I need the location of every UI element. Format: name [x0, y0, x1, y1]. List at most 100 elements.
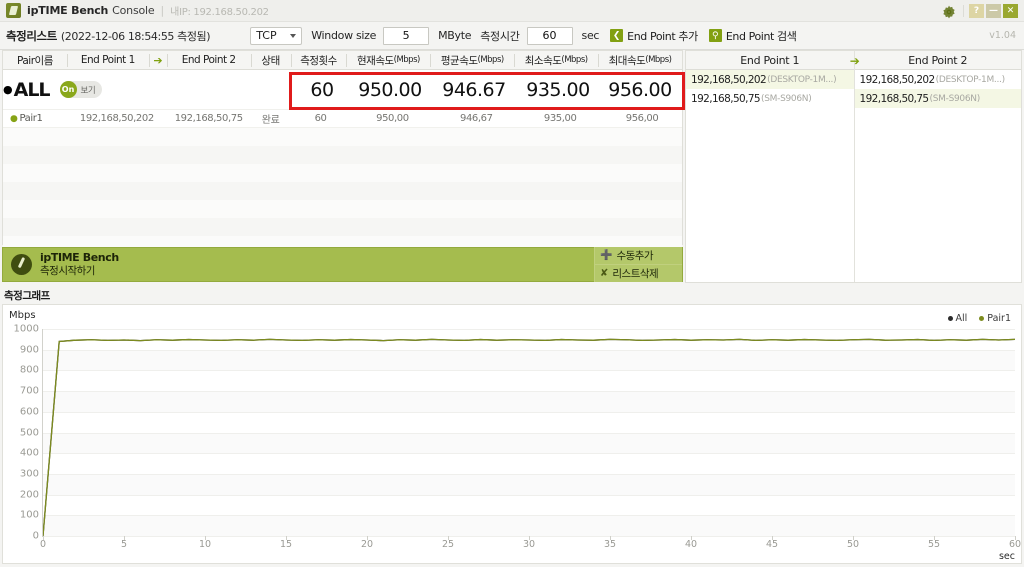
legend-item-all[interactable]: All — [947, 313, 968, 324]
table-row[interactable]: ● Pair1 192,168,50,202 192,168,50,75 완료 … — [3, 110, 682, 128]
chart-xtick-label: 25 — [441, 539, 455, 550]
chart-xtick-label: 60 — [1008, 539, 1022, 550]
all-summary-row[interactable]: ● ALL On 보기 60 950.00 946.67 935.00 956.… — [3, 70, 685, 110]
list-item[interactable]: 192,168,50,202 (DESKTOP-1M...) — [686, 70, 854, 89]
list-item[interactable]: 192,168,50,75 (SM-S906N) — [854, 89, 1021, 108]
window-controls: ? — ✕ — [942, 3, 1024, 18]
endpoint2-column: End Point 2 192,168,50,202 (DESKTOP-1M..… — [853, 51, 1022, 282]
column-max-speed-unit: (Mbps) — [645, 55, 672, 65]
chevron-down-icon — [290, 33, 297, 38]
endpoint-ip: 192,168,50,202 — [691, 73, 767, 86]
gear-icon[interactable] — [942, 4, 956, 18]
chart-xtick-label: 40 — [684, 539, 698, 550]
bench-title: ipTIME Bench — [40, 251, 119, 265]
chart-ytick-label: 100 — [19, 509, 39, 521]
all-visibility-toggle[interactable]: On 보기 — [59, 81, 103, 98]
toolbar: 측정리스트 (2022-12-06 18:54:55 측정됨) TCP Wind… — [0, 22, 1024, 50]
endpoint-hostname: (SM-S906N) — [761, 93, 812, 104]
chart-xlabel: sec — [998, 551, 1015, 562]
chart-xtick-label: 55 — [927, 539, 941, 550]
chart-xtick-label: 0 — [39, 539, 47, 550]
app-window: ipTIME Bench Console | 내IP: 192.168.50.2… — [0, 0, 1024, 567]
endpoint-ip: 192,168,50,75 — [691, 92, 761, 105]
chart-xtick-label: 15 — [279, 539, 293, 550]
chart-series-svg — [43, 338, 1015, 536]
minimize-button[interactable]: — — [986, 3, 1001, 18]
chart-line-pair1 — [43, 338, 1015, 536]
chart-ytick-label: 900 — [19, 344, 39, 356]
all-bullet-icon: ● — [3, 83, 13, 96]
measurement-list-title: 측정리스트 — [6, 28, 57, 43]
bench-actions: ➕ 수동추가 ✘ 리스트삭제 — [594, 247, 682, 282]
row-name-cell: ● Pair1 — [3, 113, 67, 124]
endpoint-ip: 192,168,50,202 — [859, 73, 936, 86]
pair-bullet-icon: ● — [10, 113, 18, 124]
chart-legend: All Pair1 — [947, 313, 1011, 324]
plus-icon: ➕ — [600, 250, 613, 261]
column-average-speed[interactable]: 평균속도 (Mbps) — [430, 51, 514, 70]
chart-xtick-label: 45 — [765, 539, 779, 550]
delete-list-label: 리스트삭제 — [612, 268, 659, 280]
column-min-speed[interactable]: 최소속도 (Mbps) — [514, 51, 598, 70]
add-endpoint-button[interactable]: ❮ End Point 추가 — [610, 28, 698, 44]
column-min-speed-unit: (Mbps) — [561, 55, 588, 65]
chart-xtick-label: 30 — [522, 539, 536, 550]
window-size-unit: MByte — [438, 29, 472, 42]
endpoint2-title: End Point 2 — [908, 53, 968, 67]
endpoint1-title: End Point 1 — [740, 53, 800, 67]
column-status[interactable]: 상태 — [250, 51, 291, 70]
manual-add-button[interactable]: ➕ 수동추가 — [594, 247, 682, 264]
row-max-speed: 956,00 — [625, 113, 659, 124]
protocol-select[interactable]: TCP — [250, 26, 303, 45]
measurement-timestamp: (2022-12-06 18:54:55 측정됨) — [60, 29, 211, 43]
column-average-speed-unit: (Mbps) — [477, 55, 505, 65]
app-mode: Console — [112, 4, 155, 17]
window-size-input[interactable]: 5 — [383, 26, 430, 45]
duration-input[interactable]: 60 — [526, 26, 573, 45]
protocol-select-value: TCP — [256, 29, 277, 42]
legend-dot-all — [947, 316, 953, 321]
row-endpoint2: 192,168,50,75 — [174, 113, 243, 124]
chart-ytick-label: 600 — [19, 406, 39, 418]
search-endpoint-button[interactable]: ⚲ End Point 검색 — [708, 28, 797, 44]
list-item[interactable]: 192,168,50,75 (SM-S906N) — [686, 89, 854, 108]
column-count[interactable]: 측정횟수 — [290, 51, 347, 70]
manual-add-label: 수동추가 — [616, 250, 654, 262]
chart-plot-area: 0 100 200 300 400 500 600 700 800 900 1000 0 5 10 15 20… — [14, 324, 1022, 551]
legend-label-pair1: Pair1 — [987, 313, 1011, 324]
list-header-row: Pair이름 End Point 1 ➔ End Point 2 상태 측정횟수… — [3, 51, 682, 70]
chart-ytick-label: 800 — [19, 364, 39, 376]
help-button[interactable]: ? — [969, 3, 984, 18]
chart-ytick-label: 300 — [19, 468, 39, 480]
arrow-right-icon: ➔ — [148, 51, 167, 70]
column-pair-name[interactable]: Pair이름 — [3, 51, 67, 70]
chart-xtick-label: 50 — [846, 539, 860, 550]
legend-item-pair1[interactable]: Pair1 — [979, 313, 1011, 324]
graph-section-title: 측정그래프 — [4, 290, 50, 302]
title-separator: | — [160, 4, 165, 17]
bench-start-bar[interactable]: ipTIME Bench 측정시작하기 ➕ 수동추가 ✘ 리스트삭제 — [2, 247, 683, 282]
delete-list-button[interactable]: ✘ 리스트삭제 — [594, 264, 682, 282]
add-endpoint-label: End Point 추가 — [627, 29, 698, 43]
chart-line-all — [43, 338, 1015, 536]
toggle-state-knob: On — [59, 81, 77, 98]
window-controls-divider — [963, 4, 964, 17]
legend-label-all: All — [955, 313, 968, 324]
column-current-speed[interactable]: 현재속도 (Mbps) — [346, 51, 430, 70]
column-endpoint1[interactable]: End Point 1 — [66, 51, 149, 70]
close-button[interactable]: ✕ — [1003, 3, 1018, 18]
row-average-speed: 946,67 — [460, 113, 493, 124]
my-ip-label: 내IP: 192.168.50.202 — [170, 7, 269, 18]
duration-unit: sec — [581, 29, 600, 42]
column-max-speed[interactable]: 최대속도 (Mbps) — [598, 51, 682, 70]
all-maximum-value: 956.00 — [608, 79, 672, 101]
chart-xtick-label: 35 — [603, 539, 617, 550]
row-endpoint1: 192,168,50,202 — [79, 113, 154, 124]
endpoint-hostname: (DESKTOP-1M...) — [767, 74, 837, 85]
endpoint-hostname: (SM-S906N) — [929, 93, 981, 104]
list-empty-rows — [3, 128, 682, 254]
column-endpoint2[interactable]: End Point 2 — [166, 51, 251, 70]
list-item[interactable]: 192,168,50,202 (DESKTOP-1M...) — [855, 70, 1022, 89]
row-current-speed: 950,00 — [376, 113, 409, 124]
column-current-speed-unit: (Mbps) — [393, 55, 421, 65]
